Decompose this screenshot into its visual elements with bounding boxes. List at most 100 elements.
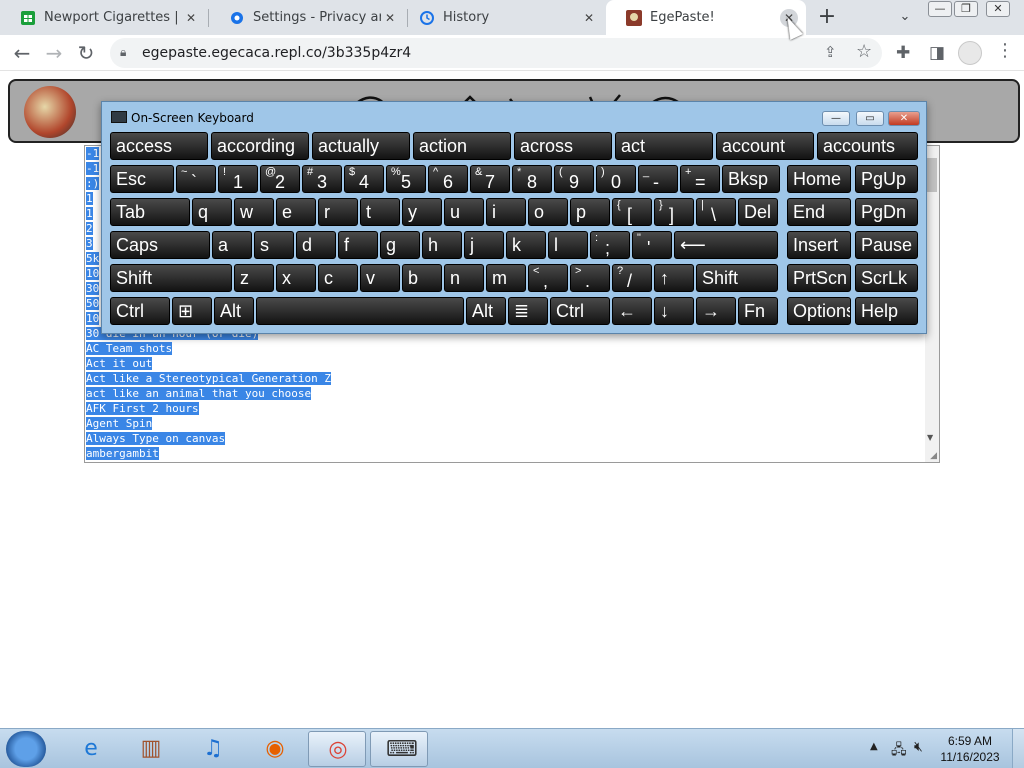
key-[interactable]: <, (528, 264, 568, 292)
key-[interactable]: ⊞ (172, 297, 212, 325)
scroll-down-arrow-icon[interactable]: ▼ (927, 433, 933, 442)
key-[interactable]: | \ (696, 198, 736, 226)
osk-maximize-button[interactable]: ▭ (856, 111, 884, 126)
key-p[interactable]: p (570, 198, 610, 226)
word-suggestion[interactable]: actually (312, 132, 410, 160)
key-v[interactable]: v (360, 264, 400, 292)
taskbar-button[interactable]: ◉ (246, 731, 304, 767)
key-2[interactable]: @2 (260, 165, 300, 193)
key-5[interactable]: % 5 (386, 165, 426, 193)
key-ctrl[interactable]: Ctrl (550, 297, 610, 325)
key-[interactable]: }] (654, 198, 694, 226)
window-close-button[interactable]: ✕ (986, 1, 1010, 17)
key-j[interactable]: j (464, 231, 504, 259)
key-[interactable]: ↑ (654, 264, 694, 292)
key-[interactable]: ↓ (654, 297, 694, 325)
scrollbar-thumb[interactable] (927, 158, 937, 192)
key-end[interactable]: End (787, 198, 851, 226)
key-a[interactable]: a (212, 231, 252, 259)
key-[interactable]: :; (590, 231, 630, 259)
key-r[interactable]: r (318, 198, 358, 226)
word-suggestion[interactable]: across (514, 132, 612, 160)
key-pgdn[interactable]: PgDn (855, 198, 918, 226)
key-fn[interactable]: Fn (738, 297, 778, 325)
key-h[interactable]: h (422, 231, 462, 259)
key-s[interactable]: s (254, 231, 294, 259)
show-hidden-icons-icon[interactable]: ▲ (870, 741, 878, 752)
key-u[interactable]: u (444, 198, 484, 226)
key-space[interactable] (256, 297, 464, 325)
key-z[interactable]: z (234, 264, 274, 292)
key-d[interactable]: d (296, 231, 336, 259)
key-k[interactable]: k (506, 231, 546, 259)
vertical-scrollbar[interactable]: ▼ (925, 146, 939, 462)
address-bar[interactable]: 🔒︎ egepaste.egecaca.repl.co/3b335p4zr4 ⇪… (110, 38, 882, 68)
key-x[interactable]: x (276, 264, 316, 292)
key-[interactable]: ≣ (508, 297, 548, 325)
key-[interactable]: → (696, 297, 736, 325)
key-[interactable]: >. (570, 264, 610, 292)
back-button[interactable]: ← (8, 39, 36, 67)
key-f[interactable]: f (338, 231, 378, 259)
key-l[interactable]: l (548, 231, 588, 259)
key-t[interactable]: t (360, 198, 400, 226)
close-icon[interactable]: ✕ (381, 9, 399, 27)
word-suggestion[interactable]: accounts (817, 132, 918, 160)
key-[interactable]: " ' (632, 231, 672, 259)
osk-minimize-button[interactable]: — (822, 111, 850, 126)
taskbar-button[interactable]: e (62, 731, 120, 767)
new-tab-button[interactable]: + (815, 5, 839, 29)
key-[interactable]: {[ (612, 198, 652, 226)
taskbar-button[interactable]: ▥ (122, 731, 180, 767)
key-m[interactable]: m (486, 264, 526, 292)
key-esc[interactable]: Esc (110, 165, 174, 193)
taskbar-button[interactable]: ⌨ (370, 731, 428, 767)
word-suggestion[interactable]: account (716, 132, 814, 160)
menu-kebab-icon[interactable]: ⋮ (996, 40, 1014, 61)
key-n[interactable]: n (444, 264, 484, 292)
volume-muted-icon[interactable]: 🔇︎ (914, 739, 923, 755)
word-suggestion[interactable]: act (615, 132, 713, 160)
tab-search-button[interactable]: ⌄ (894, 6, 916, 28)
key-[interactable]: ⟵ (674, 231, 778, 259)
key-bksp[interactable]: Bksp (722, 165, 780, 193)
key-g[interactable]: g (380, 231, 420, 259)
key-7[interactable]: & 7 (470, 165, 510, 193)
taskbar-button[interactable]: ◎ (308, 731, 366, 767)
key-prtscn[interactable]: PrtScn (787, 264, 851, 292)
key-caps[interactable]: Caps (110, 231, 210, 259)
tab-egepaste[interactable]: EgePaste! ✕ (606, 0, 806, 35)
extensions-icon[interactable]: ✚ (896, 43, 910, 63)
profile-avatar[interactable] (958, 41, 982, 65)
key-help[interactable]: Help (855, 297, 918, 325)
key-y[interactable]: y (402, 198, 442, 226)
share-icon[interactable]: ⇪ (824, 43, 837, 61)
key-i[interactable]: i (486, 198, 526, 226)
key-ctrl[interactable]: Ctrl (110, 297, 170, 325)
close-icon[interactable]: ✕ (580, 9, 598, 27)
key-[interactable]: _ - (638, 165, 678, 193)
word-suggestion[interactable]: action (413, 132, 511, 160)
taskbar-clock[interactable]: 6:59 AM 11/16/2023 (938, 733, 1002, 765)
key-0[interactable]: ) 0 (596, 165, 636, 193)
key-3[interactable]: #3 (302, 165, 342, 193)
key-scrlk[interactable]: ScrLk (855, 264, 918, 292)
tab-history[interactable]: History ✕ (399, 0, 606, 35)
close-icon[interactable]: ✕ (182, 9, 200, 27)
key-b[interactable]: b (402, 264, 442, 292)
network-icon[interactable]: 🖧︎ (891, 739, 907, 763)
key-o[interactable]: o (528, 198, 568, 226)
key-w[interactable]: w (234, 198, 274, 226)
key-c[interactable]: c (318, 264, 358, 292)
key-8[interactable]: * 8 (512, 165, 552, 193)
key-pause[interactable]: Pause (855, 231, 918, 259)
start-button[interactable] (6, 731, 46, 767)
taskbar-button[interactable]: ♫ (184, 731, 242, 767)
forward-button[interactable]: → (40, 39, 68, 67)
key-del[interactable]: Del (738, 198, 778, 226)
key-q[interactable]: q (192, 198, 232, 226)
key-[interactable]: ~ ` (176, 165, 216, 193)
key-options[interactable]: Options (787, 297, 851, 325)
key-alt[interactable]: Alt (214, 297, 254, 325)
key-4[interactable]: $4 (344, 165, 384, 193)
